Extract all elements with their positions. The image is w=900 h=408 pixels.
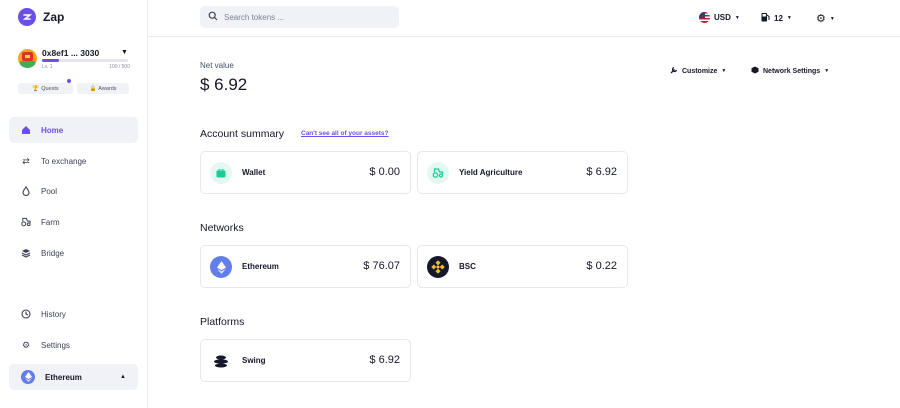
account-summary-title: Account summary — [200, 128, 285, 140]
card-name: Wallet — [242, 168, 266, 177]
awards-label: Awards — [98, 85, 117, 92]
gear-icon: ⚙ — [816, 13, 826, 25]
notification-dot — [67, 79, 71, 83]
logo[interactable]: Zap — [18, 8, 64, 26]
chevron-down-icon: ▼ — [786, 15, 792, 21]
wallet-address: 0x8ef1 ... 3030 — [42, 48, 100, 58]
chevron-down-icon: ▼ — [829, 15, 835, 22]
sidebar-item-label: Settings — [41, 340, 70, 350]
card-value: $ 6.92 — [586, 166, 617, 178]
sidebar-item-label: Home — [41, 125, 64, 135]
sidebar-item-farm[interactable]: Farm — [9, 209, 138, 235]
gas-selector[interactable]: 12 ▼ — [761, 12, 792, 24]
trophy-icon: 🏆 — [32, 85, 40, 92]
clock-icon — [21, 309, 31, 319]
search-box[interactable] — [200, 6, 399, 28]
xp-label: 100 / 500 — [109, 64, 130, 70]
ethereum-icon — [210, 256, 232, 278]
networks-title: Networks — [200, 222, 244, 234]
swing-card[interactable]: Swing $ 6.92 — [200, 339, 411, 382]
customize-label: Customize — [682, 67, 718, 75]
layers-icon — [21, 248, 31, 258]
currency-selector[interactable]: USD ▼ — [699, 12, 740, 23]
bsc-icon — [427, 256, 449, 278]
header-divider — [148, 36, 900, 37]
wallet-icon — [210, 162, 232, 184]
card-value: $ 76.07 — [363, 260, 400, 272]
customize-button[interactable]: Customize ▼ — [670, 66, 726, 76]
sidebar-item-exchange[interactable]: ⇄ To exchange — [9, 148, 138, 174]
card-value: $ 0.22 — [586, 260, 617, 272]
sidebar-item-settings[interactable]: ⚙ Settings — [9, 332, 138, 358]
network-settings-button[interactable]: Network Settings ▼ — [751, 66, 829, 76]
lock-icon: 🔒 — [89, 85, 97, 92]
zap-logo-icon — [18, 8, 36, 26]
network-selector[interactable]: Ethereum ▲ — [9, 364, 138, 390]
quests-button[interactable]: 🏆 Quests — [18, 83, 73, 94]
sidebar-item-label: History — [41, 309, 66, 319]
home-icon — [21, 125, 31, 135]
settings-button[interactable]: ⚙ ▼ — [816, 12, 835, 25]
card-name: Swing — [242, 356, 266, 365]
net-value-label: Net value — [200, 61, 234, 70]
sidebar-item-label: Bridge — [41, 248, 65, 258]
chevron-down-icon: ▼ — [824, 68, 830, 74]
sidebar-item-history[interactable]: History — [9, 301, 138, 327]
awards-button[interactable]: 🔒 Awards — [77, 83, 129, 94]
tractor-icon — [427, 162, 449, 184]
card-value: $ 0.00 — [369, 166, 400, 178]
bsc-card[interactable]: BSC $ 0.22 — [417, 245, 628, 288]
search-input[interactable] — [224, 12, 394, 22]
ethereum-icon — [21, 370, 35, 384]
gas-value: 12 — [774, 13, 783, 23]
droplet-icon — [21, 186, 31, 196]
chevron-up-icon: ▲ — [120, 374, 126, 380]
account-selector[interactable]: 0x8ef1 ... 3030 ▼ Lv. 1 100 / 500 — [18, 46, 130, 72]
sidebar: Zap 0x8ef1 ... 3030 ▼ Lv. 1 100 / 500 🏆 … — [0, 0, 148, 408]
level-label: Lv. 1 — [42, 64, 53, 70]
sidebar-item-pool[interactable]: Pool — [9, 178, 138, 204]
sidebar-item-label: Pool — [41, 186, 58, 196]
chevron-down-icon: ▼ — [721, 68, 727, 74]
search-icon — [208, 8, 218, 26]
level-progress-bar — [42, 59, 128, 62]
network-label: Ethereum — [45, 372, 82, 382]
avatar — [18, 49, 37, 68]
missing-assets-link[interactable]: Can't see all of your assets? — [301, 130, 389, 137]
ethereum-card[interactable]: Ethereum $ 76.07 — [200, 245, 411, 288]
sidebar-item-home[interactable]: Home — [9, 117, 138, 143]
wrench-icon — [670, 66, 678, 76]
sidebar-item-label: To exchange — [41, 156, 87, 166]
card-name: Ethereum — [242, 262, 279, 271]
swing-icon — [210, 350, 232, 372]
sidebar-item-bridge[interactable]: Bridge — [9, 240, 138, 266]
card-name: Yield Agriculture — [459, 168, 523, 177]
card-value: $ 6.92 — [369, 354, 400, 366]
chevron-down-icon: ▼ — [121, 49, 128, 56]
chevron-down-icon: ▼ — [734, 14, 740, 21]
tractor-icon — [21, 217, 31, 227]
us-flag-icon — [699, 12, 710, 23]
network-settings-label: Network Settings — [763, 67, 821, 75]
app-name: Zap — [43, 10, 65, 24]
platforms-title: Platforms — [200, 316, 245, 328]
swap-arrows-icon: ⇄ — [22, 155, 30, 166]
gas-pump-icon — [761, 12, 770, 24]
sidebar-item-label: Farm — [41, 217, 60, 227]
gear-icon: ⚙ — [21, 339, 31, 350]
wallet-card[interactable]: Wallet $ 0.00 — [200, 151, 411, 194]
quests-label: Quests — [41, 85, 59, 92]
net-value: $ 6.92 — [200, 75, 248, 94]
cube-icon — [751, 66, 759, 76]
card-name: BSC — [459, 262, 476, 271]
currency-label: USD — [714, 13, 731, 22]
yield-agriculture-card[interactable]: Yield Agriculture $ 6.92 — [417, 151, 628, 194]
